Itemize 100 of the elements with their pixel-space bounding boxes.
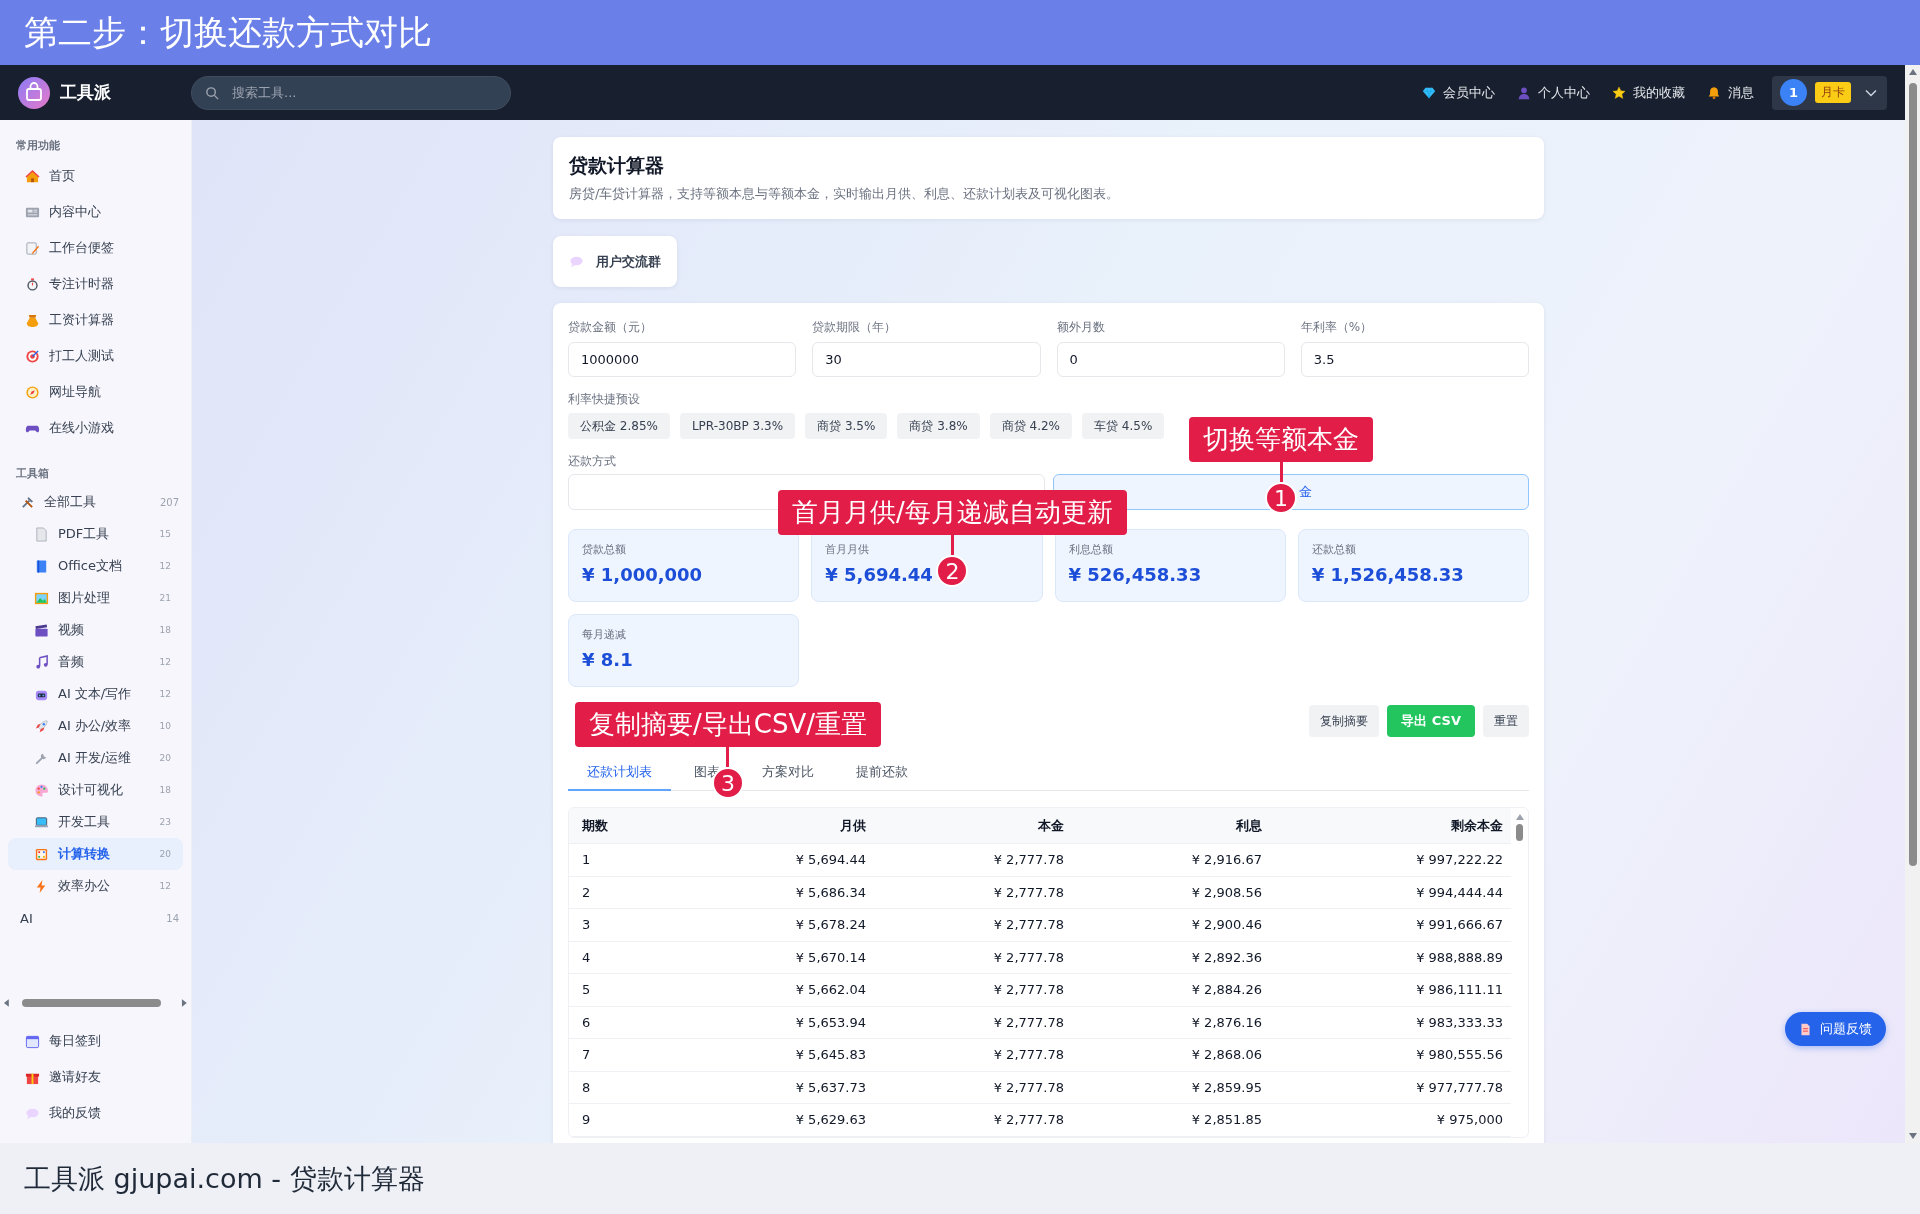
user-avatar: 1 <box>1780 79 1807 106</box>
stat-label: 每月递减 <box>582 627 626 642</box>
item-count: 15 <box>159 529 172 539</box>
stat-value: ¥ 1,000,000 <box>582 564 703 585</box>
column-header: 剩余本金 <box>1450 816 1504 835</box>
table-cell-text: ¥ 2,884.26 <box>1190 982 1263 998</box>
table-cell-text: ¥ 2,777.78 <box>992 949 1065 965</box>
table-cell-text: 7 <box>581 1047 592 1063</box>
item-count: 20 <box>159 849 172 859</box>
table-cell-text: ¥ 994,444.44 <box>1415 884 1504 900</box>
table-cell-text: ¥ 975,000 <box>1435 1112 1504 1128</box>
item-label: PDF工具 <box>58 525 110 543</box>
column-header: 月供 <box>839 816 867 835</box>
table-cell-text: ¥ 2,777.78 <box>992 1079 1065 1095</box>
table-cell-text: ¥ 5,694.44 <box>794 852 867 868</box>
stat-label: 首月月供 <box>825 542 870 557</box>
table-cell-text: ¥ 2,859.95 <box>1190 1079 1263 1095</box>
item-label: 网址导航 <box>49 383 101 401</box>
column-header: 本金 <box>1037 816 1065 835</box>
section-title: 常用功能 <box>15 138 61 154</box>
field-label: 贷款金额（元） <box>568 319 652 336</box>
item-label: 首页 <box>49 167 75 185</box>
section-title: 工具箱 <box>15 466 50 482</box>
stat-value: ¥ 8.1 <box>582 649 633 670</box>
field-label: 贷款期限（年） <box>812 319 897 336</box>
item-label: 每日签到 <box>49 1032 101 1050</box>
table-cell-text: ¥ 5,670.14 <box>794 949 867 965</box>
stat-value: ¥ 1,526,458.33 <box>1311 564 1464 585</box>
table-cell-text: ¥ 2,868.06 <box>1190 1047 1263 1063</box>
item-count: 12 <box>159 561 172 571</box>
item-label: 开发工具 <box>58 813 110 831</box>
table-cell-text: ¥ 5,678.24 <box>794 917 867 933</box>
item-label: 专注计时器 <box>49 275 114 293</box>
table-cell-text: 1 <box>581 852 592 868</box>
table-cell-text: ¥ 986,111.11 <box>1415 982 1504 998</box>
item-label: 工作台便签 <box>49 239 114 257</box>
table-cell-text: ¥ 2,777.78 <box>992 852 1065 868</box>
step-title: 第二步：切换还款方式对比 <box>24 10 432 54</box>
item-count: 18 <box>159 785 172 795</box>
table-cell-text: ¥ 5,645.83 <box>794 1047 867 1063</box>
table-cell-text: 9 <box>581 1112 592 1128</box>
presets-label: 利率快捷预设 <box>568 391 640 408</box>
callout-tooltip: 切换等额本金 <box>1189 417 1373 462</box>
table-cell-text: 3 <box>581 917 592 933</box>
callout-tooltip: 复制摘要/导出CSV/重置 <box>575 702 881 747</box>
column-header: 利息 <box>1235 816 1263 835</box>
table-cell-text: ¥ 5,653.94 <box>794 1014 867 1030</box>
plan-badge: 月卡 <box>1815 82 1851 103</box>
table-cell-text: ¥ 2,876.16 <box>1190 1014 1263 1030</box>
item-count: 12 <box>159 657 172 667</box>
item-label: 邀请好友 <box>49 1068 101 1086</box>
table-cell-text: ¥ 983,333.33 <box>1415 1014 1504 1030</box>
item-count: 10 <box>159 721 172 731</box>
method-label: 还款方式 <box>568 453 616 470</box>
item-label: 在线小游戏 <box>49 419 114 437</box>
item-label: AI 文本/写作 <box>58 685 132 703</box>
item-label: 音频 <box>58 653 84 671</box>
stat-label: 利息总额 <box>1068 542 1113 557</box>
table-cell-text: ¥ 2,851.85 <box>1190 1112 1263 1128</box>
table-cell-text: ¥ 2,908.56 <box>1190 884 1263 900</box>
table-cell-text: 5 <box>581 982 592 998</box>
item-label: AI <box>20 910 33 926</box>
table-cell-text: ¥ 2,777.78 <box>992 1112 1065 1128</box>
item-count: 18 <box>159 625 172 635</box>
caption-text: 工具派 gjupai.com - 贷款计算器 <box>24 1161 425 1196</box>
table-cell-text: ¥ 2,777.78 <box>992 1047 1065 1063</box>
table-cell-text: ¥ 997,222.22 <box>1415 852 1504 868</box>
item-label: 计算转换 <box>58 845 110 863</box>
item-label: 全部工具 <box>44 493 96 511</box>
item-count: 207 <box>159 496 180 508</box>
item-count: 21 <box>159 593 172 603</box>
table-cell-text: ¥ 977,777.78 <box>1415 1079 1504 1095</box>
table-cell-text: ¥ 2,777.78 <box>992 1014 1065 1030</box>
item-label: AI 办公/效率 <box>58 717 132 735</box>
item-count: 23 <box>159 817 172 827</box>
stat-label: 贷款总额 <box>582 542 626 557</box>
stat-value: ¥ 5,694.44 <box>825 564 933 585</box>
column-header: 期数 <box>581 816 609 835</box>
table-cell-text: ¥ 5,686.34 <box>794 884 867 900</box>
page-description: 房贷/车贷计算器，支持等额本息与等额本金，实时输出月供、利息、还款计划表及可视化图表。 <box>569 185 1121 203</box>
item-label: 视频 <box>58 621 84 639</box>
callout-tooltip: 首月月供/每月递减自动更新 <box>778 490 1127 535</box>
item-count: 14 <box>166 912 180 924</box>
item-label: 工资计算器 <box>49 311 114 329</box>
item-count: 12 <box>159 881 172 891</box>
table-cell-text: 4 <box>581 949 592 965</box>
table-cell-text: ¥ 2,777.78 <box>992 982 1065 998</box>
item-label: 打工人测试 <box>49 347 114 365</box>
table-cell-text: ¥ 991,666.67 <box>1415 917 1504 933</box>
item-label: 设计可视化 <box>58 781 123 799</box>
table-cell-text: ¥ 5,629.63 <box>794 1112 867 1128</box>
table-cell-text: ¥ 2,777.78 <box>992 884 1065 900</box>
item-label: 内容中心 <box>49 203 101 221</box>
table-cell-text: ¥ 5,662.04 <box>794 982 867 998</box>
stat-value: ¥ 526,458.33 <box>1068 564 1202 585</box>
item-label: 效率办公 <box>58 877 110 895</box>
table-cell-text: ¥ 5,637.73 <box>794 1079 867 1095</box>
table-cell-text: ¥ 988,888.89 <box>1415 949 1504 965</box>
community-label: 用户交流群 <box>596 252 661 271</box>
table-cell-text: ¥ 2,900.46 <box>1190 917 1263 933</box>
